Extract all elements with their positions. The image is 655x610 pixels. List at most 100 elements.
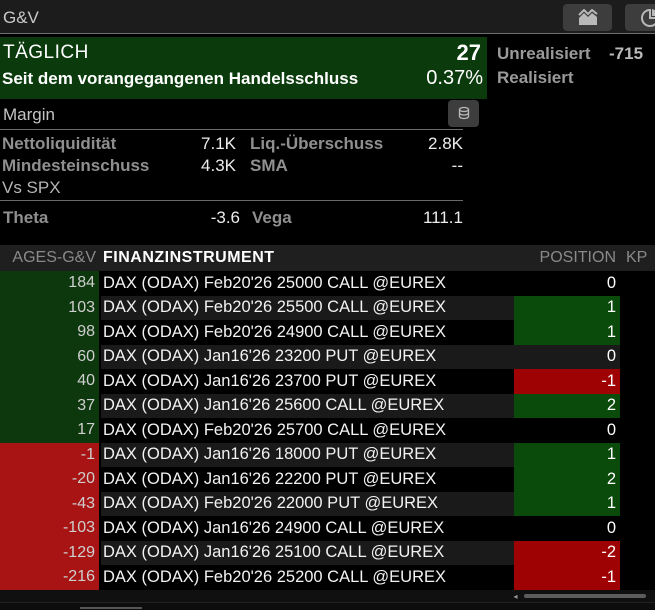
instrument-cell: DAX (ODAX) Jan16'26 22200 PUT @EUREX	[101, 470, 514, 489]
daily-pnl-banner[interactable]: TÄGLICH 27 Seit dem vorangegangenen Hand…	[0, 37, 487, 99]
table-row[interactable]: -43 DAX (ODAX) Feb20'26 22000 PUT @EUREX…	[0, 492, 655, 517]
realized-row: Realisiert	[497, 66, 655, 90]
position-cell: 1	[514, 320, 620, 345]
instrument-cell: DAX (ODAX) Jan16'26 25100 CALL @EUREX	[101, 543, 514, 562]
instrument-cell: DAX (ODAX) Jan16'26 25600 CALL @EUREX	[101, 396, 514, 415]
min-margin-value: 4.3K	[168, 156, 236, 176]
positions-table: AGES-G&V FINANZINSTRUMENT POSITION KP 18…	[0, 245, 655, 590]
unrealized-label: Unrealisiert	[497, 42, 609, 66]
daily-pnl-cell: -129	[0, 541, 99, 566]
instrument-cell: DAX (ODAX) Jan16'26 24900 CALL @EUREX	[101, 519, 514, 538]
daily-label: TÄGLICH	[3, 42, 89, 64]
position-cell: 0	[514, 418, 620, 443]
table-row[interactable]: 98 DAX (ODAX) Feb20'26 24900 CALL @EUREX…	[0, 320, 655, 345]
table-row[interactable]: 40 DAX (ODAX) Jan16'26 23700 PUT @EUREX …	[0, 369, 655, 394]
position-cell: 0	[514, 271, 620, 296]
table-row[interactable]: 184 DAX (ODAX) Feb20'26 25000 CALL @EURE…	[0, 271, 655, 296]
table-row[interactable]: -129 DAX (ODAX) Jan16'26 25100 CALL @EUR…	[0, 541, 655, 566]
table-row[interactable]: 60 DAX (ODAX) Jan16'26 23200 PUT @EUREX …	[0, 345, 655, 370]
margin-label: Margin	[3, 105, 55, 125]
theta-label: Theta	[0, 208, 120, 228]
vega-label: Vega	[240, 208, 340, 228]
table-row[interactable]: 103 DAX (ODAX) Feb20'26 25500 CALL @EURE…	[0, 296, 655, 321]
daily-pnl-cell: 98	[0, 320, 99, 345]
position-cell: 2	[514, 394, 620, 419]
price-cell	[620, 541, 655, 566]
daily-pnl-cell: 17	[0, 418, 99, 443]
scrollbar-thumb[interactable]	[524, 594, 646, 598]
performance-chart-button[interactable]	[563, 4, 612, 31]
position-cell: 1	[514, 492, 620, 517]
table-row[interactable]: -20 DAX (ODAX) Jan16'26 22200 PUT @EUREX…	[0, 467, 655, 492]
column-header-daily-pnl[interactable]: AGES-G&V	[0, 249, 99, 267]
instrument-cell: DAX (ODAX) Feb20'26 25200 CALL @EUREX	[101, 568, 514, 587]
instrument-cell: DAX (ODAX) Jan16'26 23700 PUT @EUREX	[101, 372, 514, 391]
price-cell	[620, 296, 655, 321]
table-body: 184 DAX (ODAX) Feb20'26 25000 CALL @EURE…	[0, 271, 655, 590]
net-liquidity-label: Nettoliquidität	[0, 134, 168, 154]
daily-pnl-value: 27	[457, 40, 481, 66]
price-cell	[620, 565, 655, 590]
margin-details-button[interactable]	[448, 100, 479, 127]
area-chart-icon	[577, 9, 599, 27]
daily-pnl-cell: 37	[0, 394, 99, 419]
price-cell	[620, 320, 655, 345]
instrument-cell: DAX (ODAX) Feb20'26 25700 CALL @EUREX	[101, 421, 514, 440]
table-row[interactable]: -1 DAX (ODAX) Jan16'26 18000 PUT @EUREX …	[0, 443, 655, 468]
instrument-cell: DAX (ODAX) Jan16'26 18000 PUT @EUREX	[101, 445, 514, 464]
position-cell: 0	[514, 345, 620, 370]
column-header-price[interactable]: KP	[620, 249, 655, 267]
instrument-cell: DAX (ODAX) Feb20'26 25500 CALL @EUREX	[101, 298, 514, 317]
pnl-summary-panel: Unrealisiert -715 Realisiert	[497, 42, 655, 90]
table-row[interactable]: -216 DAX (ODAX) Feb20'26 25200 CALL @EUR…	[0, 565, 655, 590]
table-row[interactable]: -103 DAX (ODAX) Jan16'26 24900 CALL @EUR…	[0, 516, 655, 541]
panel-title: G&V	[3, 8, 39, 28]
window-titlebar: G&V	[0, 0, 655, 34]
bottom-edge-strip	[0, 602, 655, 610]
vs-spx-label: Vs SPX	[0, 178, 168, 198]
stat-row-margin-req: Mindesteinschuss 4.3K SMA --	[0, 155, 463, 177]
daily-pnl-cell: 184	[0, 271, 99, 296]
coins-icon	[456, 106, 472, 122]
greeks-row: Theta -3.6 Vega 111.1	[0, 205, 463, 231]
bottom-tab-fragment	[80, 607, 142, 609]
table-row[interactable]: 17 DAX (ODAX) Feb20'26 25700 CALL @EUREX…	[0, 418, 655, 443]
realized-label: Realisiert	[497, 66, 609, 90]
position-cell: 1	[514, 296, 620, 321]
instrument-cell: DAX (ODAX) Feb20'26 25000 CALL @EUREX	[101, 274, 514, 293]
unrealized-row: Unrealisiert -715	[497, 42, 655, 66]
price-cell	[620, 394, 655, 419]
column-header-instrument[interactable]: FINANZINSTRUMENT	[101, 249, 514, 267]
instrument-cell: DAX (ODAX) Jan16'26 23200 PUT @EUREX	[101, 347, 514, 366]
margin-section-header: Margin	[0, 100, 463, 130]
daily-pnl-cell: -216	[0, 565, 99, 590]
pie-chart-icon	[640, 8, 655, 28]
greeks-section: Theta -3.6 Vega 111.1	[0, 205, 463, 231]
theta-value: -3.6	[120, 208, 240, 228]
daily-pnl-cell: -1	[0, 443, 99, 468]
daily-pnl-cell: -43	[0, 492, 99, 517]
unrealized-value: -715	[609, 42, 643, 66]
since-close-label: Seit dem vorangegangenen Handelsschluss	[2, 69, 358, 89]
liq-excess-label: Liq.-Überschuss	[236, 134, 396, 154]
table-row[interactable]: 37 DAX (ODAX) Jan16'26 25600 CALL @EUREX…	[0, 394, 655, 419]
min-margin-label: Mindesteinschuss	[0, 156, 168, 176]
stat-row-liquidity: Nettoliquidität 7.1K Liq.-Überschuss 2.8…	[0, 133, 463, 155]
sma-label: SMA	[236, 156, 396, 176]
price-cell	[620, 467, 655, 492]
position-cell: -1	[514, 369, 620, 394]
sma-value: --	[396, 156, 463, 176]
column-header-position[interactable]: POSITION	[514, 249, 620, 267]
vega-value: 111.1	[340, 208, 463, 228]
daily-pnl-cell: 40	[0, 369, 99, 394]
position-cell: -1	[514, 565, 620, 590]
net-liquidity-value: 7.1K	[168, 134, 236, 154]
scroll-left-arrow[interactable]: ◂	[511, 592, 520, 601]
table-header: AGES-G&V FINANZINSTRUMENT POSITION KP	[0, 245, 655, 271]
horizontal-scrollbar: ◂	[0, 590, 655, 602]
price-cell	[620, 418, 655, 443]
instrument-cell: DAX (ODAX) Feb20'26 24900 CALL @EUREX	[101, 323, 514, 342]
position-cell: 0	[514, 516, 620, 541]
allocation-button[interactable]	[625, 4, 655, 31]
liq-excess-value: 2.8K	[396, 134, 463, 154]
